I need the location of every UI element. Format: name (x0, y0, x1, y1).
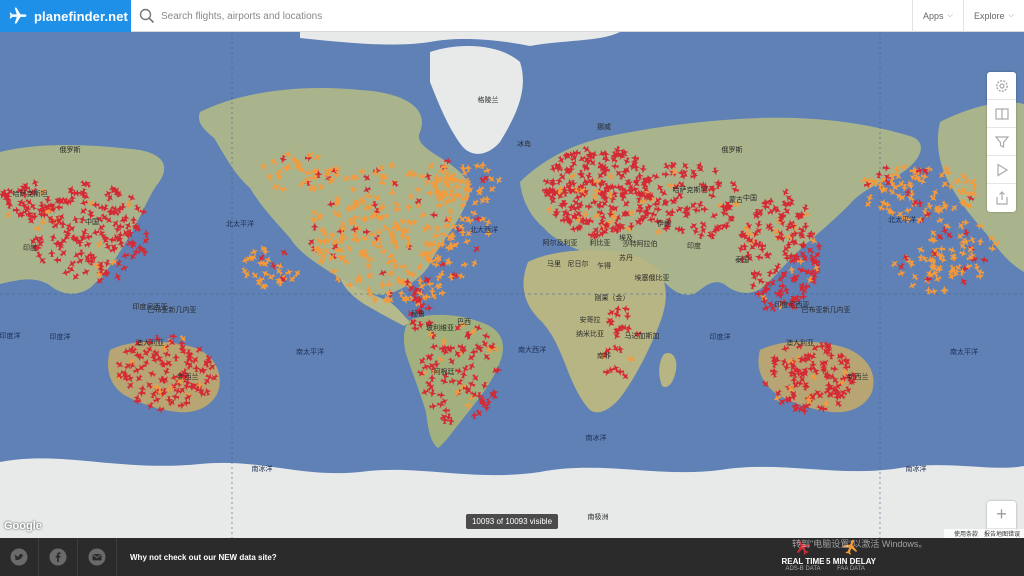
label-india-right: 印度 (687, 243, 701, 250)
filter-icon (994, 135, 1009, 148)
legend-delayed-title: 5 MIN DELAY (826, 557, 876, 566)
logo[interactable]: planefinder.net (0, 0, 131, 32)
label-russia-left: 俄罗斯 (59, 147, 81, 154)
nav-explore-label: Explore (974, 11, 1005, 21)
label-chad: 乍得 (597, 263, 611, 270)
windows-activation-watermark: 转到"电脑设置"以激活 Windows。 (792, 539, 928, 549)
play-icon (996, 162, 1008, 177)
label-mali: 马里 (547, 261, 561, 268)
label-antarctica: 南极洲 (587, 514, 609, 521)
label-north-atlantic: 北大西洋 (470, 227, 498, 234)
label-norway: 挪威 (597, 124, 611, 131)
facebook-icon (49, 548, 67, 566)
label-south-pacific-left: 南太平洋 (296, 349, 324, 356)
share-button[interactable] (987, 184, 1016, 212)
label-russia-right: 俄罗斯 (721, 147, 743, 154)
visible-count-badge: 10093 of 10093 visible (466, 514, 558, 529)
label-brazil: 巴西 (457, 319, 471, 326)
label-bolivia: 玻利维亚 (426, 325, 454, 332)
search-icon (139, 8, 155, 24)
label-north-pacific-left: 北太平洋 (226, 221, 254, 228)
label-niger: 尼日尔 (567, 261, 589, 268)
chevron-down-icon: ⌵ (947, 12, 953, 19)
zoom-in-button[interactable]: + (987, 501, 1016, 529)
google-attribution: Google (4, 520, 42, 532)
nav-explore[interactable]: Explore ⌵ (963, 0, 1024, 32)
label-png-left: 巴布亚新几内亚 (147, 307, 197, 314)
playback-button[interactable] (987, 156, 1016, 184)
map-base (0, 32, 1024, 538)
filter-button[interactable] (987, 128, 1016, 156)
map-toolbar (987, 72, 1016, 212)
guide-button[interactable] (987, 100, 1016, 128)
label-southern-ocean-right: 南冰洋 (905, 466, 927, 473)
email-button[interactable] (78, 538, 117, 576)
label-south-atlantic: 南大西洋 (518, 347, 546, 354)
label-greenland: 格陵兰 (477, 97, 499, 104)
world-map[interactable]: 格陵兰 冰岛 挪威 俄罗斯 俄罗斯 哈萨克斯坦 哈萨克斯坦 蒙古 中国 中国 印… (0, 32, 1024, 538)
label-angola: 安哥拉 (579, 317, 601, 324)
legend-delayed-subtitle: FAA DATA (837, 566, 865, 572)
nav-apps[interactable]: Apps ⌵ (912, 0, 963, 32)
label-ethiopia: 埃塞俄比亚 (634, 275, 670, 282)
label-drc: 刚果（金） (594, 295, 630, 302)
label-thailand: 泰国 (735, 257, 749, 264)
label-indian-ocean-edge: 印度洋 (0, 333, 21, 340)
label-algeria: 阿尔及利亚 (542, 240, 578, 247)
gear-icon (995, 79, 1008, 92)
label-libya: 利比亚 (589, 240, 611, 247)
terms-of-use-link[interactable]: 使用条款 (954, 529, 978, 538)
top-bar: planefinder.net Apps ⌵ Explore ⌵ (0, 0, 1024, 32)
promo-link[interactable]: Why not check out our NEW data site? (130, 538, 277, 576)
label-indian-ocean-left: 印度洋 (49, 334, 71, 341)
email-icon (88, 548, 106, 566)
label-india-left: 印度 (23, 245, 37, 252)
label-kazakhstan-right: 哈萨克斯坦 (672, 187, 708, 194)
report-error-link[interactable]: 报告地图错误 (984, 529, 1020, 538)
label-peru: 秘鲁 (411, 311, 425, 318)
label-egypt: 埃及 (619, 235, 633, 242)
twitter-button[interactable] (0, 538, 39, 576)
label-iran: 伊朗 (657, 221, 671, 228)
label-png-right: 巴布亚新几内亚 (801, 307, 851, 314)
label-madagascar: 马达加斯加 (624, 333, 660, 340)
label-southern-ocean-mid: 南冰洋 (585, 435, 607, 442)
twitter-icon (10, 548, 28, 566)
search-bar (131, 0, 912, 32)
plane-logo-icon (9, 7, 27, 24)
brand-name: planefinder.net (34, 8, 128, 24)
label-australia-left: 澳大利亚 (136, 340, 164, 347)
label-china-left: 中国 (85, 219, 99, 226)
label-mongolia: 蒙古 (729, 197, 743, 204)
label-south-pacific-right: 南太平洋 (950, 349, 978, 356)
label-australia-right: 澳大利亚 (786, 340, 814, 347)
map-terms: 使用条款 报告地图错误 (943, 529, 1024, 538)
chevron-down-icon: ⌵ (1008, 12, 1014, 19)
label-new-zealand-left: 新西兰 (177, 374, 199, 381)
label-namibia: 纳米比亚 (576, 331, 604, 338)
legend-real-time-subtitle: ADS-B DATA (785, 566, 821, 572)
label-new-zealand-right: 新西兰 (847, 374, 869, 381)
label-argentina: 阿根廷 (433, 369, 455, 376)
label-kazakhstan-left: 哈萨克斯坦 (12, 191, 48, 198)
label-southern-ocean-left: 南冰洋 (251, 466, 273, 473)
label-south-africa: 南非 (597, 353, 611, 360)
label-north-pacific-right: 北太平洋 (888, 217, 916, 224)
book-icon (994, 107, 1009, 120)
share-icon (995, 191, 1008, 205)
settings-button[interactable] (987, 72, 1016, 100)
label-indian-ocean-right: 印度洋 (709, 334, 731, 341)
label-sudan: 苏丹 (619, 255, 633, 262)
legend-real-time-title: REAL TIME (781, 557, 825, 566)
label-iceland: 冰岛 (517, 141, 531, 148)
label-china-right: 中国 (743, 195, 757, 202)
facebook-button[interactable] (39, 538, 78, 576)
nav-apps-label: Apps (923, 11, 944, 21)
search-input[interactable] (161, 10, 761, 22)
